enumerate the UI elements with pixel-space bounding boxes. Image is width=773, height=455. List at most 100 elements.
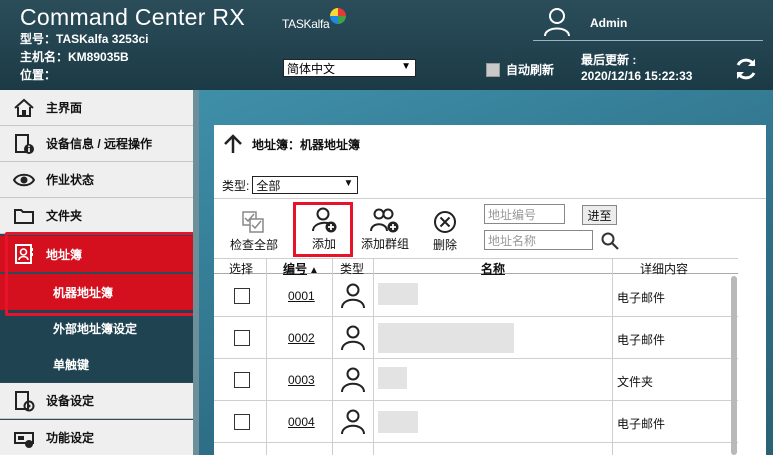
check-all-button[interactable]: 检查全部 [228,210,280,253]
refresh-icon[interactable] [733,56,759,82]
sidebar-subitem-one-touch-key[interactable]: 单触键 [0,346,193,382]
delete-icon [434,211,456,233]
table-header: 选择 编号 ▲ 类型 名称 详细内容 [214,258,738,276]
row-name [378,323,514,353]
host-value: KM89035B [68,50,129,64]
table-row: 0002 电子邮件 [214,317,738,359]
panel-title-text: 地址簿：机器地址簿 [252,137,361,152]
model-value: TASKalfa 3253ci [56,32,149,46]
sidebar-item-device-settings[interactable]: 设备设定 [0,383,193,419]
row-detail: 电子邮件 [617,417,666,431]
search-icon[interactable] [601,232,619,250]
last-update: 最后更新 : 2020/12/16 15:22:33 [581,52,692,84]
sidebar-item-label: 设备设定 [46,394,95,408]
add-group-button[interactable]: 添加群组 [360,207,410,252]
check-all-label: 检查全部 [229,238,278,252]
sidebar-item-label: 功能设定 [46,431,95,445]
row-number-link[interactable]: 0001 [288,289,315,303]
sidebar-item-label: 设备信息 / 远程操作 [46,137,153,151]
go-button[interactable]: 进至 [582,205,617,225]
header-bar: Command Center RX 型号：TASKalfa 3253ci 主机名… [0,0,773,90]
brand-logo-text: TASKalfa [282,17,330,31]
column-divider [332,258,333,455]
person-icon [341,367,365,393]
eye-icon [12,168,36,192]
type-selected: 全部 [256,178,281,193]
delete-label: 删除 [432,238,457,252]
add-group-icon [370,208,399,233]
column-divider [612,258,613,455]
sidebar-item-device-info[interactable]: 设备信息 / 远程操作 [0,126,193,162]
row-detail: 电子邮件 [617,333,666,347]
language-selected: 简体中文 [287,61,336,76]
location-label: 位置： [20,68,57,82]
sidebar-item-label: 文件夹 [46,209,83,223]
row-detail: 电子邮件 [617,291,666,305]
table-row: 0001 电子邮件 [214,275,738,317]
auto-refresh-toggle[interactable]: 自动刷新 [486,61,554,78]
sidebar-subitem-label: 外部地址簿设定 [53,321,138,336]
check-all-icon [242,211,264,233]
row-number-link[interactable]: 0003 [288,373,315,387]
address-name-input[interactable]: 地址名称 [484,230,593,250]
sidebar-item-label: 主界面 [46,101,83,115]
toolbar-divider [214,198,766,199]
chevron-down-icon: ▼ [343,178,354,189]
person-icon [341,325,365,351]
sidebar-item-function-settings[interactable]: 功能设定 [0,420,193,455]
row-name [378,283,418,305]
header-number-label: 编号 [283,262,308,276]
row-checkbox[interactable] [234,372,250,388]
table-row: 0003 文件夹 [214,359,738,401]
sidebar-item-folder[interactable]: 文件夹 [0,198,193,234]
table-row: 0004 电子邮件 [214,401,738,443]
add-group-label: 添加群组 [360,237,409,251]
auto-refresh-checkbox[interactable] [486,62,500,77]
table-scrollbar[interactable] [731,276,737,455]
row-checkbox[interactable] [234,288,250,304]
last-update-value: 2020/12/16 15:22:33 [581,69,693,83]
type-label: 类型: [222,178,250,193]
function-settings-icon [12,426,36,450]
sidebar-item-job-status[interactable]: 作业状态 [0,162,193,198]
row-checkbox[interactable] [234,414,250,430]
device-meta: 型号：TASKalfa 3253ci 主机名：KM89035B 位置： [20,30,149,84]
type-filter: 类型: 全部 ▼ [222,176,359,194]
address-book-highlight [5,232,202,316]
row-checkbox[interactable] [234,330,250,346]
folder-icon [12,204,36,228]
user-divider [533,40,763,41]
model-label: 型号： [20,32,57,46]
panel-title: 地址簿：机器地址簿 [222,133,360,155]
brand-logo-icon [330,8,346,24]
sidebar-subitem-label: 单触键 [53,357,90,372]
row-number-link[interactable]: 0004 [288,415,315,429]
address-number-input[interactable]: 地址编号 [484,204,565,224]
delete-button[interactable]: 删除 [428,210,462,253]
chevron-down-icon: ▼ [401,61,411,72]
user-icon[interactable] [543,7,571,37]
home-icon [12,96,36,120]
sidebar-item-home[interactable]: 主界面 [0,90,193,126]
address-number-placeholder: 地址编号 [488,207,537,222]
column-divider [266,258,267,455]
auto-refresh-label: 自动刷新 [506,63,555,77]
add-button-highlight [293,202,353,257]
device-settings-icon [12,389,36,413]
go-label: 进至 [587,208,612,223]
app-title: Command Center RX [20,4,245,30]
row-name [378,367,407,389]
host-label: 主机名： [20,50,69,64]
column-divider [373,258,374,455]
user-name[interactable]: Admin [590,16,627,30]
row-number-link[interactable]: 0002 [288,331,315,345]
row-name [378,411,418,433]
up-arrow-icon[interactable] [222,133,244,155]
person-icon [341,283,365,309]
address-name-placeholder: 地址名称 [488,233,537,248]
device-info-icon [12,132,36,156]
row-detail: 文件夹 [617,375,654,389]
type-select[interactable]: 全部 ▼ [252,176,359,194]
sidebar-item-label: 作业状态 [46,173,95,187]
language-select[interactable]: 简体中文 ▼ [283,59,416,77]
